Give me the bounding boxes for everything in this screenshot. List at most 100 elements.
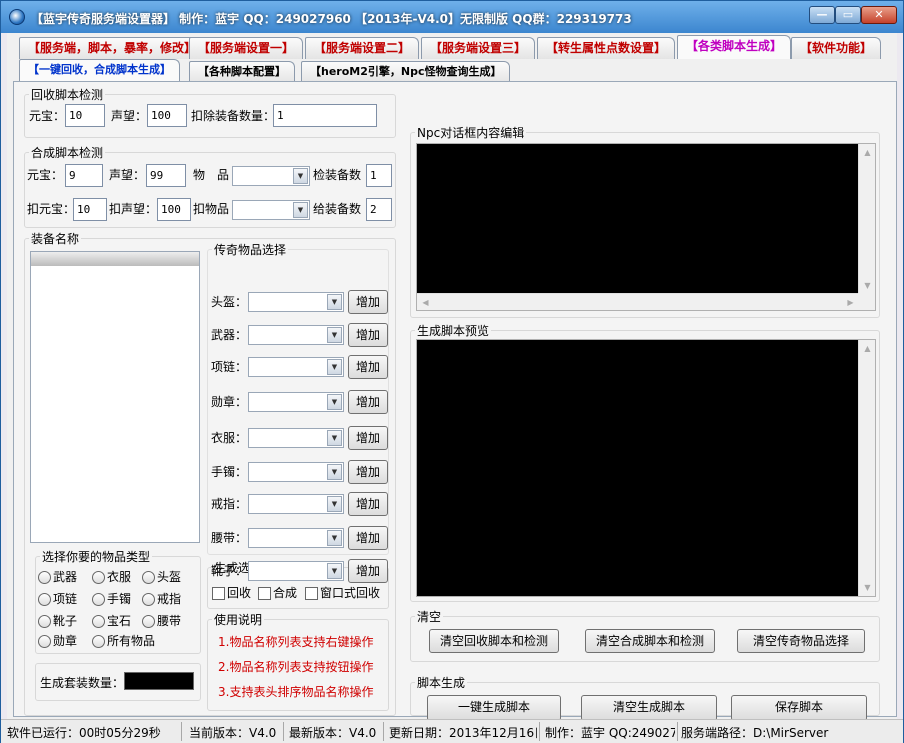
type-title: 选择你要的物品类型 <box>40 548 153 565</box>
item-belt-add-button[interactable]: 增加 <box>348 526 388 550</box>
item-weapon-add-button[interactable]: 增加 <box>348 323 388 347</box>
subtab-script-config[interactable]: 【各种脚本配置】 <box>189 61 295 83</box>
item-boots-combo[interactable]: ▼ <box>248 561 344 581</box>
type-helmet-radio[interactable]: 头盔 <box>142 569 181 585</box>
type-gem-radio[interactable]: 宝石 <box>92 613 131 629</box>
npc-editor-title: Npc对话框内容编辑 <box>415 124 527 141</box>
item-medal-add-button[interactable]: 增加 <box>348 390 388 414</box>
type-necklace-radio[interactable]: 项链 <box>38 591 77 607</box>
tab-script-gen[interactable]: 【各类脚本生成】 <box>677 35 792 59</box>
npc-editor-textarea[interactable]: ▲ ▼ ◀ ▶ <box>416 143 876 311</box>
equipment-list[interactable] <box>30 251 200 543</box>
gen-recycle-checkbox[interactable]: 回收 <box>212 585 251 601</box>
scroll-right-icon[interactable]: ▶ <box>842 294 859 311</box>
item-necklace-label: 项链： <box>211 360 248 374</box>
synth-deduct-yb-label: 扣元宝： <box>27 202 76 216</box>
main-window: 【蓝宇传奇服务端设置器】 制作：蓝宇 QQ：249027960 【2013年-V… <box>0 0 904 743</box>
chevron-down-icon: ▼ <box>327 359 342 375</box>
synth-give-count-input[interactable]: 2 <box>366 198 392 221</box>
subtab-herom2-query[interactable]: 【heroM2引擎，Npc怪物查询生成】 <box>301 61 511 83</box>
item-helmet-combo[interactable]: ▼ <box>248 292 344 312</box>
synth-yb-input[interactable]: 9 <box>65 164 103 187</box>
type-weapon-radio[interactable]: 武器 <box>38 569 77 585</box>
item-boots-add-button[interactable]: 增加 <box>348 559 388 583</box>
synth-sw-input[interactable]: 99 <box>146 164 186 187</box>
item-bracelet-add-button[interactable]: 增加 <box>348 460 388 484</box>
item-ring-combo[interactable]: ▼ <box>248 494 344 514</box>
window-title: 【蓝宇传奇服务端设置器】 制作：蓝宇 QQ：249027960 【2013年-V… <box>31 12 632 26</box>
recycle-deduct-input[interactable]: 1 <box>273 104 377 127</box>
save-script-button[interactable]: 保存脚本 <box>731 695 867 721</box>
script-gen-group: 脚本生成 一键生成脚本 清空生成脚本 保存脚本 <box>410 674 880 721</box>
minimize-button[interactable]: — <box>809 6 835 24</box>
gen-synth-checkbox[interactable]: 合成 <box>258 585 297 601</box>
clear-items-button[interactable]: 清空传奇物品选择 <box>737 629 865 653</box>
status-server-path: 服务端路径：D:\MirServer <box>681 726 829 740</box>
scroll-left-icon[interactable]: ◀ <box>417 294 434 311</box>
type-belt-radio[interactable]: 腰带 <box>142 613 181 629</box>
recycle-sw-input[interactable]: 100 <box>147 104 187 127</box>
recycle-yb-input[interactable]: 10 <box>65 104 105 127</box>
item-select-title: 传奇物品选择 <box>212 241 289 258</box>
usage-title: 使用说明 <box>212 611 265 628</box>
scroll-down-icon[interactable]: ▼ <box>859 277 876 294</box>
scroll-up-icon[interactable]: ▲ <box>859 340 876 357</box>
status-runtime: 软件已运行：00时05分29秒 <box>7 726 161 740</box>
vertical-scrollbar[interactable]: ▲ ▼ <box>858 340 875 596</box>
scroll-up-icon[interactable]: ▲ <box>859 144 876 161</box>
tab-software-functions[interactable]: 【软件功能】 <box>791 37 882 59</box>
close-button[interactable]: ✕ <box>861 6 897 24</box>
chevron-down-icon: ▼ <box>327 530 342 546</box>
clear-synth-button[interactable]: 清空合成脚本和检测 <box>585 629 715 653</box>
maximize-button[interactable]: ▭ <box>835 6 861 24</box>
tab-server-settings-3[interactable]: 【服务端设置三】 <box>421 37 536 59</box>
subtab-recycle-synth[interactable]: 【一键回收，合成脚本生成】 <box>19 59 180 83</box>
synth-deduct-sw-input[interactable]: 100 <box>157 198 191 221</box>
vertical-scrollbar[interactable]: ▲ ▼ <box>858 144 875 294</box>
synth-deduct-item-label: 扣物品 <box>193 202 230 216</box>
item-medal-combo[interactable]: ▼ <box>248 392 344 412</box>
tab-server-settings-2[interactable]: 【服务端设置二】 <box>305 37 420 59</box>
synth-give-count-label: 给装备数 <box>313 202 362 216</box>
generate-script-button[interactable]: 一键生成脚本 <box>427 695 561 721</box>
item-necklace-combo[interactable]: ▼ <box>248 357 344 377</box>
item-belt-combo[interactable]: ▼ <box>248 528 344 548</box>
tab-rebirth-settings[interactable]: 【转生属性点数设置】 <box>537 37 676 59</box>
item-weapon-combo[interactable]: ▼ <box>248 325 344 345</box>
synth-deduct-item-combo[interactable]: ▼ <box>232 200 310 220</box>
synth-item-combo[interactable]: ▼ <box>232 166 310 186</box>
recycle-sw-label: 声望： <box>111 109 148 123</box>
type-clothes-radio[interactable]: 衣服 <box>92 569 131 585</box>
scroll-down-icon[interactable]: ▼ <box>859 579 876 596</box>
page-panel: 回收脚本检测 元宝： 10 声望： 100 扣除装备数量： 1 合成脚本检测 元… <box>13 81 897 721</box>
type-medal-radio[interactable]: 勋章 <box>38 633 77 649</box>
type-ring-radio[interactable]: 戒指 <box>142 591 181 607</box>
horizontal-scrollbar[interactable]: ◀ ▶ <box>417 293 859 310</box>
clear-recycle-button[interactable]: 清空回收脚本和检测 <box>429 629 559 653</box>
list-header[interactable] <box>31 252 199 266</box>
item-bracelet-combo[interactable]: ▼ <box>248 462 344 482</box>
type-boots-radio[interactable]: 靴子 <box>38 613 77 629</box>
item-clothes-combo[interactable]: ▼ <box>248 428 344 448</box>
app-icon <box>9 9 25 25</box>
tab-server-script[interactable]: 【服务端，脚本，暴率，修改】 <box>19 37 206 59</box>
synth-check-count-input[interactable]: 1 <box>366 164 392 187</box>
synth-deduct-yb-input[interactable]: 10 <box>73 198 107 221</box>
gen-window-recycle-checkbox[interactable]: 窗口式回收 <box>305 585 380 601</box>
preview-textarea[interactable]: ▲ ▼ <box>416 339 876 597</box>
status-separator <box>677 722 678 741</box>
tab-server-settings-1[interactable]: 【服务端设置一】 <box>189 37 304 59</box>
status-bar: 软件已运行：00时05分29秒 当前版本：V4.0 最新版本：V4.0 更新日期… <box>1 719 903 743</box>
item-ring-add-button[interactable]: 增加 <box>348 492 388 516</box>
item-clothes-add-button[interactable]: 增加 <box>348 426 388 450</box>
item-helmet-add-button[interactable]: 增加 <box>348 290 388 314</box>
chevron-down-icon: ▼ <box>327 563 342 579</box>
suit-count-input[interactable] <box>124 672 194 690</box>
usage-note: 2.物品名称列表支持按钮操作 <box>218 660 374 674</box>
item-necklace-add-button[interactable]: 增加 <box>348 355 388 379</box>
type-all-radio[interactable]: 所有物品 <box>92 633 155 649</box>
clear-generated-button[interactable]: 清空生成脚本 <box>581 695 717 721</box>
type-bracelet-radio[interactable]: 手镯 <box>92 591 131 607</box>
item-clothes-label: 衣服： <box>211 431 248 445</box>
title-bar[interactable]: 【蓝宇传奇服务端设置器】 制作：蓝宇 QQ：249027960 【2013年-V… <box>1 1 903 33</box>
